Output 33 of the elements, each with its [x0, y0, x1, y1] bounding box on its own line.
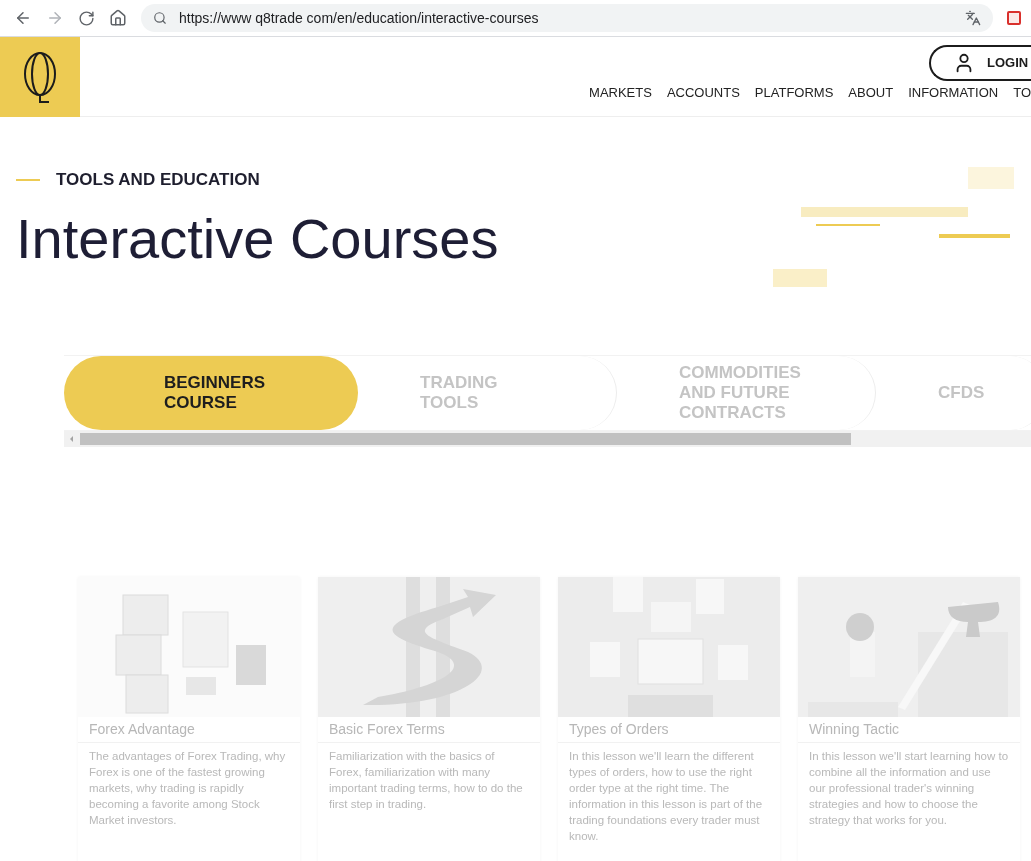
card-title: Winning Tactic — [798, 717, 1020, 743]
extension-icon[interactable] — [1007, 11, 1021, 25]
section-eyebrow: TOOLS AND EDUCATION — [56, 169, 260, 191]
card-description: In this lesson we'll learn the different types of orders, how to use the right order type at the right time. The information in this lesson is part of the trading foundations every trader must know. — [568, 749, 764, 844]
card-title: Forex Advantage — [78, 717, 300, 743]
decoration — [939, 234, 1010, 238]
scrollbar-thumb[interactable] — [80, 433, 851, 445]
card-description: The advantages of Forex Trading, why Forex is one of the fastest growing markets, why trading is rapidly becoming a favorite among Stock Market investors. — [88, 749, 287, 828]
url-text: https://www q8trade com/en/education/interactive-courses — [179, 8, 540, 28]
nav-link[interactable]: MARKETS — [589, 82, 652, 102]
nav-link[interactable]: TO — [1013, 82, 1031, 102]
decoration — [968, 167, 1014, 189]
card-title: Types of Orders — [558, 717, 780, 743]
logo[interactable] — [0, 37, 80, 117]
logo-icon — [23, 50, 57, 104]
search-icon — [153, 11, 167, 25]
scrollbar[interactable] — [64, 431, 1031, 447]
course-tab[interactable]: BEGINNERS COURSE — [64, 356, 358, 430]
reload-icon[interactable] — [78, 9, 95, 27]
nav-link[interactable]: INFORMATION — [908, 82, 999, 102]
back-icon[interactable] — [14, 9, 32, 27]
page-title: Interactive Courses — [16, 206, 499, 271]
card-title: Basic Forex Terms — [318, 717, 540, 743]
nav-link[interactable]: ABOUT — [848, 82, 894, 102]
address-bar[interactable]: https://www q8trade com/en/education/interactive-courses — [141, 4, 993, 32]
login-button[interactable]: LOGIN — [929, 45, 1031, 81]
decoration — [773, 269, 827, 287]
nav-link[interactable]: ACCOUNTS — [666, 82, 740, 102]
home-icon[interactable] — [109, 9, 127, 27]
nav-link[interactable]: PLATFORMS — [754, 82, 834, 102]
card-description: In this lesson we'll start learning how to combine all the information and use our professional trader's winning strategies and how to choose the strategy that works for you. — [808, 749, 1010, 828]
translate-icon[interactable] — [965, 10, 981, 26]
card-description: Familiarization with the basics of Forex, familiarization with many important trading terms, how to do the first step in trading. — [328, 749, 524, 812]
